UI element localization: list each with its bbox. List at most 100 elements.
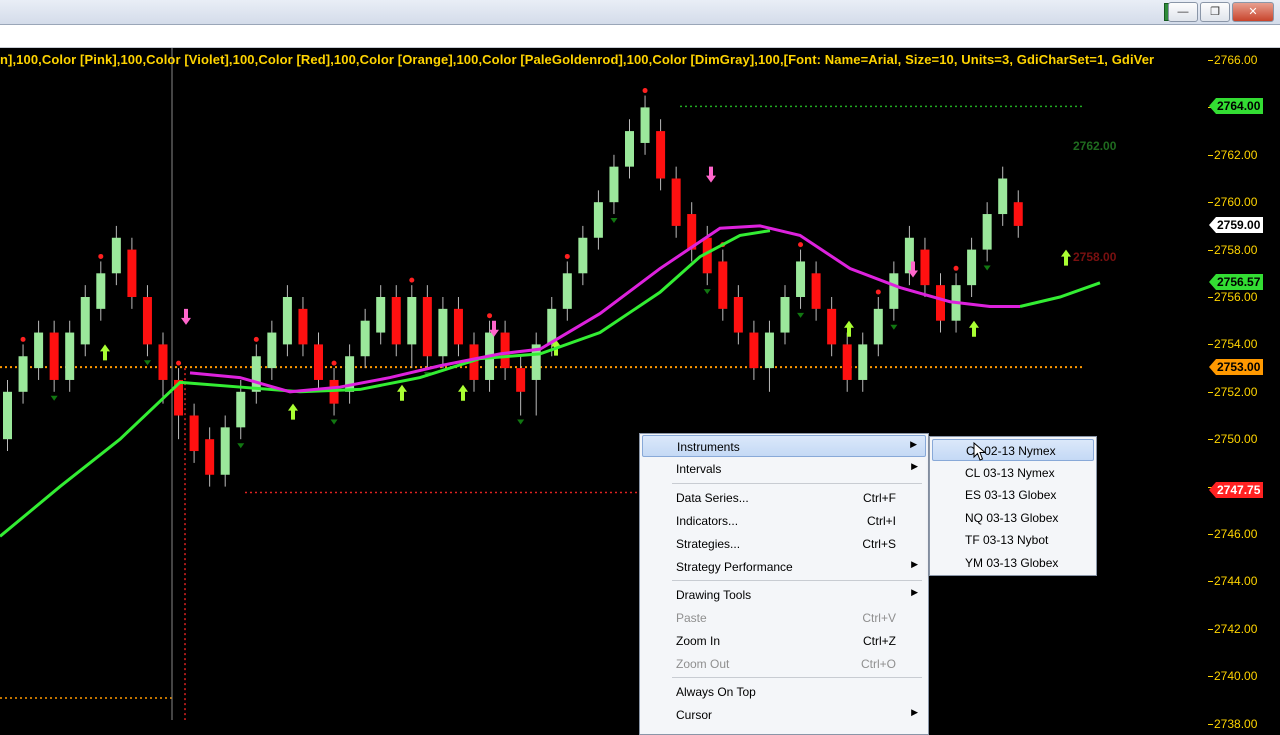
candle-body	[376, 297, 386, 333]
menu-item-shortcut: Ctrl+F	[863, 491, 896, 505]
candle-body	[267, 332, 277, 369]
candle-body	[391, 297, 401, 345]
buy-arrow-icon	[458, 384, 468, 401]
swing-high-dot	[642, 88, 648, 94]
menu-item-label: Instruments	[677, 440, 740, 454]
buy-arrow-icon	[844, 320, 854, 337]
candle-body	[936, 285, 945, 321]
axis-tick-label: 2744.00	[1214, 574, 1258, 589]
menu-item-label: Data Series...	[676, 491, 749, 505]
axis-tickmark	[1208, 344, 1213, 346]
instrument-label: YM 03-13 Globex	[965, 556, 1059, 570]
swing-high-dot	[331, 360, 337, 366]
window-controls: — ❐ ✕	[1168, 2, 1274, 22]
upper-level-label: 2762.00	[1073, 139, 1117, 153]
candle-body	[998, 178, 1008, 215]
candle-body	[873, 308, 883, 345]
menu-item-strategy-performance[interactable]: Strategy Performance ▶	[642, 556, 926, 578]
candle-body	[858, 344, 868, 380]
menu-item-shortcut: Ctrl+S	[862, 537, 896, 551]
candle-body	[718, 261, 728, 309]
candle-body	[3, 391, 12, 440]
signal-triangle	[517, 419, 525, 425]
candle-body	[220, 427, 230, 475]
candle-body	[96, 273, 106, 309]
candle-body	[671, 178, 681, 226]
mouse-cursor-icon	[973, 442, 987, 461]
instrument-item[interactable]: ES 03-13 Globex	[932, 484, 1094, 506]
menu-item-strategies[interactable]: Strategies... Ctrl+S	[642, 533, 926, 555]
menu-item-label: Zoom Out	[676, 657, 730, 671]
axis-tickmark	[1208, 723, 1213, 725]
candle-body	[111, 237, 121, 274]
price-chart[interactable]	[0, 48, 1208, 720]
sell-arrow-icon	[181, 308, 191, 325]
menu-item-shortcut: Ctrl+I	[866, 514, 896, 528]
signal-triangle	[703, 289, 711, 295]
buy-arrow-icon	[288, 403, 298, 420]
menu-item-drawing-tools[interactable]: Drawing Tools ▶	[642, 584, 926, 606]
restore-button[interactable]: ❐	[1200, 2, 1230, 22]
submenu-arrow-icon: ▶	[911, 461, 918, 471]
menu-item-instruments[interactable]: Instruments ▶	[642, 435, 926, 457]
candle-body	[49, 332, 59, 380]
menu-item-label: Indicators...	[676, 514, 739, 528]
signal-triangle	[610, 218, 618, 224]
close-button[interactable]: ✕	[1232, 2, 1274, 22]
candle-body	[422, 297, 432, 357]
candle-body	[18, 356, 28, 392]
candle-body	[749, 332, 759, 369]
menu-item-label: Paste	[676, 611, 707, 625]
candle-body	[625, 131, 634, 167]
minimize-button[interactable]: —	[1168, 2, 1198, 22]
candle-body	[80, 297, 90, 345]
swing-high-dot	[798, 242, 804, 248]
menu-item-data-series[interactable]: Data Series... Ctrl+F	[642, 487, 926, 509]
axis-tick-label: 2752.00	[1214, 384, 1258, 399]
candle-body	[158, 344, 168, 380]
signal-triangle	[237, 443, 245, 449]
swing-high-dot	[20, 336, 26, 342]
price-tag: 2753.00	[1209, 359, 1264, 375]
axis-tick-label: 2754.00	[1214, 337, 1258, 352]
menu-item-intervals[interactable]: Intervals ▶	[642, 458, 926, 480]
candle-body	[314, 344, 323, 380]
menu-item-cursor[interactable]: Cursor ▶	[642, 704, 926, 726]
signal-triangle	[330, 419, 338, 425]
candle-body	[189, 415, 199, 452]
axis-tickmark	[1208, 628, 1213, 630]
indicator-legend: n],100,Color [Pink],100,Color [Violet],1…	[0, 52, 1155, 67]
candle-body	[780, 297, 790, 333]
menu-item-label: Intervals	[676, 462, 722, 476]
sell-arrow-icon	[706, 166, 716, 183]
axis-tick-label: 2742.00	[1214, 621, 1258, 636]
menu-item-label: Strategies...	[676, 537, 741, 551]
swing-high-dot	[953, 265, 959, 271]
candle-body	[578, 237, 588, 274]
menu-item-label: Zoom In	[676, 634, 721, 648]
candle-body	[982, 214, 992, 250]
candle-body	[142, 297, 152, 345]
candle-body	[282, 297, 292, 345]
candle-body	[1013, 202, 1023, 226]
instrument-item[interactable]: CL 03-13 Nymex	[932, 462, 1094, 484]
context-menu: Instruments ▶ Intervals ▶ Data Series... Ctrl…	[639, 433, 929, 735]
slow-moving-average-tail	[1019, 281, 1101, 308]
axis-tick-label: 2762.00	[1214, 147, 1258, 162]
axis-tickmark	[1208, 391, 1213, 393]
candle-body	[65, 332, 75, 380]
candle-body	[733, 297, 743, 333]
candle-body	[889, 273, 899, 309]
instrument-item[interactable]: TF 03-13 Nybot	[932, 529, 1094, 551]
instrument-item[interactable]: YM 03-13 Globex	[932, 552, 1094, 574]
menu-item-indicators[interactable]: Indicators... Ctrl+I	[642, 510, 926, 532]
instrument-item[interactable]: CL 02-13 Nymex	[932, 439, 1094, 461]
swing-high-dot	[564, 253, 570, 259]
swing-high-dot	[409, 277, 415, 283]
menu-item-zoom-in[interactable]: Zoom In Ctrl+Z	[642, 630, 926, 652]
price-axis[interactable]: 2766.00 2764.00 2762.00 2760.00 2758.00 2756.…	[1208, 48, 1280, 731]
axis-tickmark	[1208, 676, 1213, 678]
buy-arrow-icon	[100, 344, 110, 361]
menu-item-always-on-top[interactable]: Always On Top	[642, 681, 926, 703]
instrument-item[interactable]: NQ 03-13 Globex	[932, 507, 1094, 529]
